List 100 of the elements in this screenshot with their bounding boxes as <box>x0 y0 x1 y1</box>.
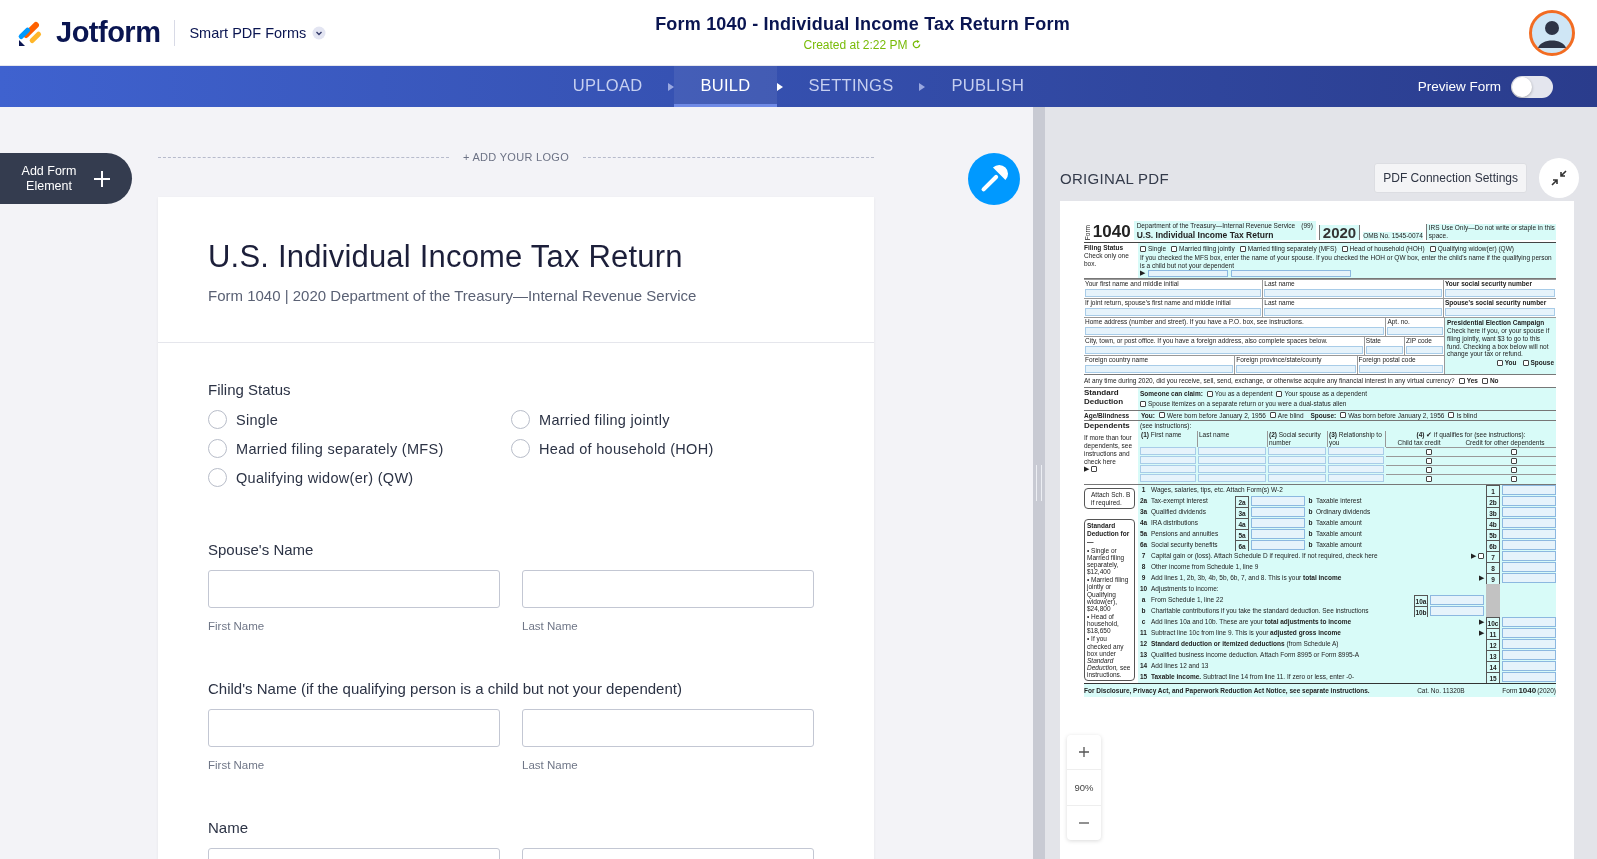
input-field[interactable] <box>1445 289 1555 298</box>
checkbox[interactable] <box>1448 412 1455 419</box>
input-field[interactable] <box>1328 456 1384 465</box>
input-field[interactable] <box>1268 474 1326 483</box>
input-field[interactable] <box>1405 346 1443 355</box>
checkbox[interactable] <box>1425 448 1432 455</box>
checkbox[interactable] <box>1425 475 1432 482</box>
input-field[interactable] <box>1264 289 1442 298</box>
input-field[interactable] <box>1430 595 1484 606</box>
input-field[interactable] <box>1148 269 1228 277</box>
checkbox[interactable] <box>1341 245 1348 252</box>
preview-toggle[interactable] <box>1511 75 1553 98</box>
text-input[interactable] <box>208 709 500 747</box>
input-field[interactable] <box>1085 327 1385 336</box>
input-field[interactable] <box>1502 540 1556 551</box>
input-field[interactable] <box>1358 365 1443 374</box>
input-field[interactable] <box>1387 327 1443 336</box>
checkbox[interactable] <box>1481 378 1488 385</box>
input-field[interactable] <box>1502 573 1556 584</box>
input-field[interactable] <box>1251 496 1305 507</box>
designer-button[interactable] <box>968 153 1020 205</box>
checkbox[interactable] <box>1091 466 1097 473</box>
checkbox[interactable] <box>1269 412 1276 419</box>
input-field[interactable] <box>1268 447 1326 456</box>
input-field[interactable] <box>1198 474 1266 483</box>
input-field[interactable] <box>1140 456 1196 465</box>
input-field[interactable] <box>1140 474 1196 483</box>
input-field[interactable] <box>1140 447 1196 456</box>
input-field[interactable] <box>1251 507 1305 518</box>
text-input[interactable] <box>208 570 500 608</box>
input-field[interactable] <box>1231 269 1351 277</box>
user-avatar[interactable] <box>1529 9 1575 56</box>
checkbox[interactable] <box>1239 245 1246 252</box>
resize-handle[interactable] <box>1036 465 1042 501</box>
input-field[interactable] <box>1502 661 1556 672</box>
input-field[interactable] <box>1328 447 1384 456</box>
checkbox[interactable] <box>1171 245 1178 252</box>
input-field[interactable] <box>1198 456 1266 465</box>
input-field[interactable] <box>1502 496 1556 507</box>
input-field[interactable] <box>1502 529 1556 540</box>
refresh-icon[interactable] <box>910 39 922 50</box>
input-field[interactable] <box>1365 346 1403 355</box>
checkbox[interactable] <box>1510 466 1517 473</box>
input-field[interactable] <box>1502 562 1556 573</box>
checkbox[interactable] <box>1429 245 1436 252</box>
input-field[interactable] <box>1502 518 1556 529</box>
input-field[interactable] <box>1251 529 1305 540</box>
input-field[interactable] <box>1198 447 1266 456</box>
checkbox[interactable] <box>1478 553 1484 560</box>
checkbox[interactable] <box>1206 390 1213 397</box>
pdf-connection-settings-button[interactable]: PDF Connection Settings <box>1374 163 1527 193</box>
input-field[interactable] <box>1140 465 1196 474</box>
step-tab[interactable]: PUBLISH <box>925 66 1051 107</box>
input-field[interactable] <box>1085 346 1363 355</box>
checkbox[interactable] <box>1458 378 1465 385</box>
radio-button[interactable] <box>208 468 227 487</box>
input-field[interactable] <box>1502 628 1556 639</box>
radio-button[interactable] <box>208 439 227 458</box>
input-field[interactable] <box>1502 551 1556 562</box>
input-field[interactable] <box>1236 365 1356 374</box>
add-form-element-button[interactable]: Add Form Element <box>0 153 132 204</box>
input-field[interactable] <box>1268 456 1326 465</box>
checkbox[interactable] <box>1140 245 1146 252</box>
checkbox[interactable] <box>1276 390 1283 397</box>
input-field[interactable] <box>1502 650 1556 661</box>
step-tab[interactable]: UPLOAD <box>546 66 669 107</box>
checkbox[interactable] <box>1510 448 1517 455</box>
input-field[interactable] <box>1328 474 1384 483</box>
input-field[interactable] <box>1445 308 1555 317</box>
checkbox[interactable] <box>1510 475 1517 482</box>
input-field[interactable] <box>1502 672 1556 683</box>
checkbox[interactable] <box>1140 400 1146 407</box>
checkbox[interactable] <box>1425 466 1432 473</box>
text-input[interactable] <box>522 709 814 747</box>
input-field[interactable] <box>1085 289 1262 298</box>
input-field[interactable] <box>1502 507 1556 518</box>
radio-button[interactable] <box>511 439 530 458</box>
checkbox[interactable] <box>1425 457 1432 464</box>
input-field[interactable] <box>1251 518 1305 529</box>
input-field[interactable] <box>1251 540 1305 551</box>
text-input[interactable] <box>522 570 814 608</box>
checkbox[interactable] <box>1158 412 1165 419</box>
radio-button[interactable] <box>208 410 227 429</box>
product-dropdown[interactable]: Smart PDF Forms <box>189 24 327 41</box>
input-field[interactable] <box>1502 639 1556 650</box>
input-field[interactable] <box>1198 465 1266 474</box>
checkbox[interactable] <box>1522 360 1529 367</box>
collapse-button[interactable] <box>1539 158 1579 198</box>
checkbox[interactable] <box>1496 360 1503 367</box>
input-field[interactable] <box>1085 308 1262 317</box>
input-field[interactable] <box>1502 617 1556 628</box>
radio-button[interactable] <box>511 410 530 429</box>
checkbox[interactable] <box>1510 457 1517 464</box>
add-logo-link[interactable]: + ADD YOUR LOGO <box>462 151 570 163</box>
input-field[interactable] <box>1328 465 1384 474</box>
input-field[interactable] <box>1264 308 1442 317</box>
input-field[interactable] <box>1268 465 1326 474</box>
input-field[interactable] <box>1430 606 1484 617</box>
input-field[interactable] <box>1502 485 1556 496</box>
step-tab[interactable]: BUILD <box>674 66 777 107</box>
